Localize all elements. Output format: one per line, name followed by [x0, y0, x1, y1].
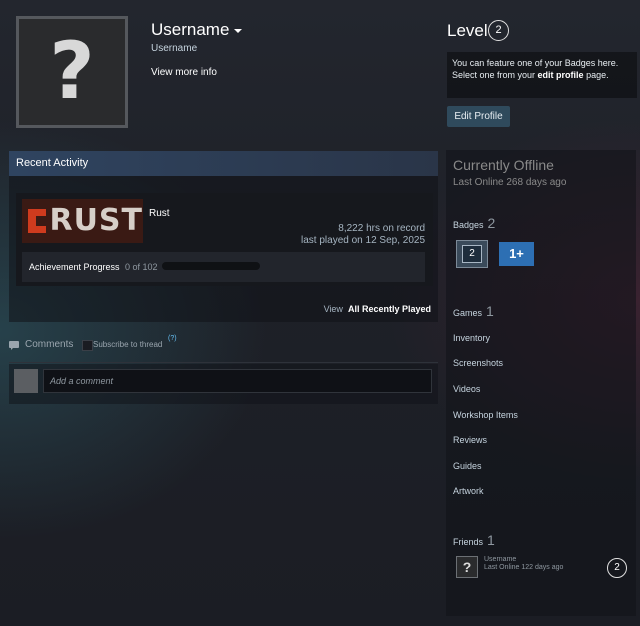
guides-link[interactable]: Guides	[453, 461, 482, 471]
friend-name[interactable]: Username	[484, 556, 516, 563]
friends-link[interactable]: Friends 1	[453, 532, 495, 548]
comment-input[interactable]: Add a comment	[43, 369, 432, 393]
game-name-link[interactable]: Rust	[149, 208, 170, 219]
friend-avatar[interactable]: ?	[456, 556, 478, 578]
caret-down-icon	[234, 28, 243, 33]
achievement-label: Achievement Progress	[29, 262, 120, 272]
last-online: Last Online 268 days ago	[453, 177, 567, 188]
featured-badge-note: You can feature one of your Badges here.…	[452, 57, 634, 81]
view-more-info-link[interactable]: View more info	[151, 67, 217, 78]
view-all-recently-played-link[interactable]: View All Recently Played	[324, 304, 431, 314]
game-logo-text: RUST	[49, 203, 143, 238]
games-link[interactable]: Games 1	[453, 303, 494, 319]
badge-note-text-post: page.	[583, 70, 609, 80]
online-status: Currently Offline	[453, 157, 554, 173]
edit-profile-inline-link[interactable]: edit profile	[538, 70, 584, 80]
avatar-placeholder-icon: ?	[49, 27, 95, 117]
level-label: Level	[447, 21, 488, 40]
screenshots-link[interactable]: Screenshots	[453, 358, 503, 368]
videos-link[interactable]: Videos	[453, 384, 480, 394]
friend-status: Last Online 122 days ago	[484, 564, 564, 571]
achievement-count: 0 of 102	[125, 262, 158, 272]
help-icon[interactable]: (?)	[168, 335, 177, 342]
reviews-link[interactable]: Reviews	[453, 435, 487, 445]
badge-years-icon[interactable]: 1+	[499, 242, 534, 266]
view-prefix: View	[323, 304, 343, 314]
commenter-avatar	[14, 369, 38, 393]
friends-count: 1	[487, 532, 495, 548]
subscribe-checkbox[interactable]	[82, 340, 93, 351]
level-badge: 2	[488, 20, 509, 41]
workshop-items-link[interactable]: Workshop Items	[453, 410, 518, 420]
friends-label: Friends	[453, 537, 484, 547]
achievement-progress-bar	[162, 262, 260, 270]
username-label: Username	[151, 20, 230, 39]
comments-divider	[9, 362, 438, 363]
game-capsule-image[interactable]: RUST	[22, 199, 143, 243]
games-count: 1	[486, 303, 494, 319]
comment-bubble-icon	[9, 341, 19, 350]
edit-profile-button[interactable]: Edit Profile	[447, 106, 510, 127]
profile-avatar: ?	[19, 19, 125, 125]
badge-level-value: 2	[462, 245, 482, 263]
game-last-played: last played on 12 Sep, 2025	[301, 235, 425, 246]
games-label: Games	[453, 308, 483, 318]
username-dropdown[interactable]: Username	[151, 20, 243, 40]
view-all-label: All Recently Played	[347, 304, 431, 314]
inventory-link[interactable]: Inventory	[453, 333, 490, 343]
badges-count: 2	[487, 215, 496, 231]
friend-level-badge: 2	[607, 558, 627, 578]
badge-level-icon[interactable]: 2	[456, 240, 488, 268]
real-name: Username	[151, 43, 198, 54]
game-hours: 8,222 hrs on record	[338, 223, 425, 234]
artwork-link[interactable]: Artwork	[453, 486, 484, 496]
comments-label: Comments	[25, 339, 74, 350]
badges-label: Badges	[453, 220, 484, 230]
subscribe-label[interactable]: Subscribe to thread	[93, 340, 162, 349]
rust-logo-icon	[28, 209, 47, 233]
recent-activity-title: Recent Activity	[16, 157, 89, 169]
badges-link[interactable]: Badges 2	[453, 215, 495, 231]
